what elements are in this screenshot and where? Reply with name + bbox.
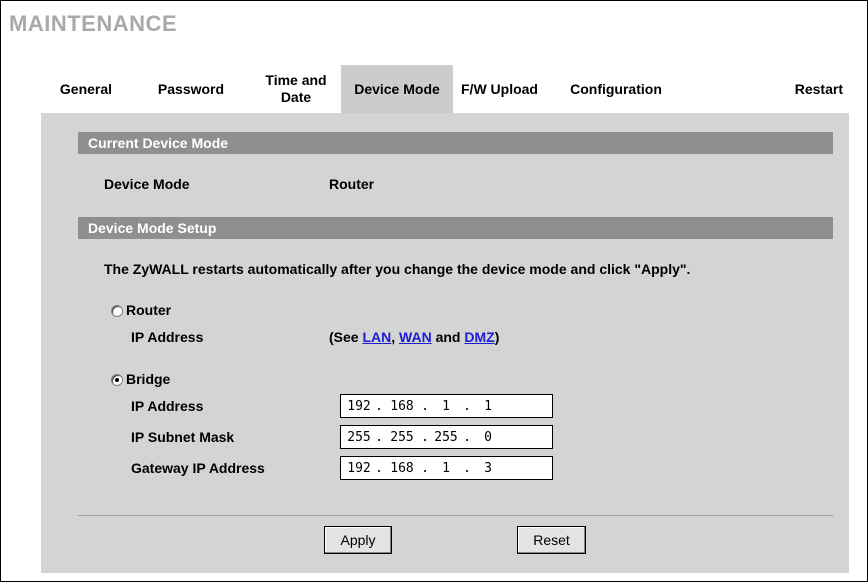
ip-octet-3: 1 bbox=[442, 398, 450, 414]
subnet-mask-input[interactable]: 255. 255. 255. 0 bbox=[340, 425, 553, 449]
bridge-radio[interactable] bbox=[111, 374, 123, 386]
tab-password[interactable]: Password bbox=[131, 65, 251, 113]
see-and: and bbox=[431, 329, 465, 345]
router-ip-address-label: IP Address bbox=[131, 329, 204, 345]
see-links-note: (See LAN, WAN and DMZ) bbox=[329, 329, 499, 345]
tab-time-and-date[interactable]: Time and Date bbox=[251, 65, 341, 113]
device-mode-panel: Current Device Mode Device Mode Router D… bbox=[41, 113, 849, 573]
restart-notice: The ZyWALL restarts automatically after … bbox=[104, 261, 691, 277]
ip-octet-1: 192 bbox=[347, 398, 371, 414]
ip-octet-4: 1 bbox=[484, 398, 492, 414]
gateway-ip-input[interactable]: 192. 168. 1. 3 bbox=[340, 456, 553, 480]
gw-octet-1: 192 bbox=[347, 460, 371, 476]
wan-link[interactable]: WAN bbox=[399, 329, 432, 345]
device-mode-value: Router bbox=[329, 176, 375, 192]
router-label: Router bbox=[126, 302, 172, 318]
dmz-link[interactable]: DMZ bbox=[464, 329, 494, 345]
page-title: MAINTENANCE bbox=[9, 11, 178, 36]
current-device-mode-header: Current Device Mode bbox=[78, 132, 833, 154]
tab-configuration[interactable]: Configuration bbox=[546, 65, 686, 113]
apply-button[interactable]: Apply bbox=[324, 526, 392, 554]
bridge-ip-address-input[interactable]: 192. 168. 1. 1 bbox=[340, 394, 553, 418]
subnet-mask-label: IP Subnet Mask bbox=[131, 429, 235, 445]
router-radio[interactable] bbox=[111, 305, 123, 317]
mask-octet-2: 255 bbox=[390, 429, 414, 445]
see-prefix: (See bbox=[329, 329, 363, 345]
mask-octet-4: 0 bbox=[484, 429, 492, 445]
bridge-ip-address-label: IP Address bbox=[131, 398, 204, 414]
device-mode-label: Device Mode bbox=[104, 176, 190, 192]
reset-button[interactable]: Reset bbox=[517, 526, 586, 554]
lan-link[interactable]: LAN bbox=[362, 329, 391, 345]
see-suffix: ) bbox=[494, 329, 500, 345]
tab-general[interactable]: General bbox=[41, 65, 131, 113]
gw-octet-4: 3 bbox=[484, 460, 492, 476]
gw-octet-2: 168 bbox=[390, 460, 414, 476]
tab-bar: General Password Time and Date Device Mo… bbox=[41, 65, 849, 113]
tab-restart[interactable]: Restart bbox=[686, 65, 849, 113]
ip-octet-2: 168 bbox=[390, 398, 414, 414]
tab-device-mode[interactable]: Device Mode bbox=[341, 65, 453, 113]
form-divider bbox=[78, 515, 833, 516]
gw-octet-3: 1 bbox=[442, 460, 450, 476]
mask-octet-1: 255 bbox=[347, 429, 371, 445]
bridge-label: Bridge bbox=[126, 371, 171, 387]
mask-octet-3: 255 bbox=[434, 429, 458, 445]
see-comma: , bbox=[391, 329, 400, 345]
tab-fw-upload[interactable]: F/W Upload bbox=[453, 65, 546, 113]
device-mode-setup-header: Device Mode Setup bbox=[78, 217, 833, 239]
bridge-radio-selected-dot bbox=[115, 378, 119, 382]
gateway-ip-label: Gateway IP Address bbox=[131, 460, 265, 476]
window-frame: MAINTENANCE General Password Time and Da… bbox=[0, 0, 868, 582]
